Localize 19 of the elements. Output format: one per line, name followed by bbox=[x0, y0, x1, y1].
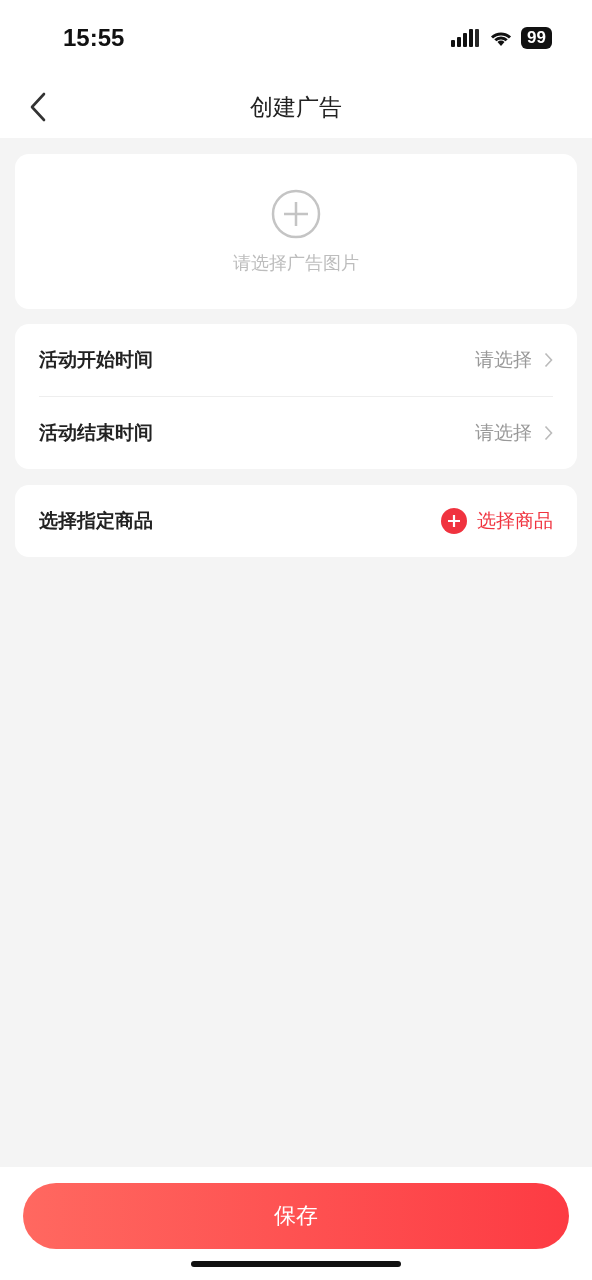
save-button[interactable]: 保存 bbox=[23, 1183, 569, 1249]
page-title: 创建广告 bbox=[250, 92, 342, 122]
back-icon[interactable] bbox=[30, 92, 46, 122]
wifi-icon bbox=[489, 29, 514, 47]
select-field[interactable]: 请选择 bbox=[475, 347, 553, 373]
add-circle-icon bbox=[441, 508, 467, 534]
clock-time: 15:55 bbox=[63, 24, 125, 52]
chevron-right-icon bbox=[544, 425, 553, 441]
field-label: 活动结束时间 bbox=[39, 420, 153, 445]
battery-icon: 99 bbox=[521, 27, 552, 49]
image-picker[interactable]: 请选择广告图片 bbox=[15, 154, 577, 309]
signal-icon bbox=[451, 29, 482, 47]
field-label: 选择指定商品 bbox=[39, 508, 153, 533]
field-label: 活动开始时间 bbox=[39, 347, 153, 372]
add-circle-icon bbox=[271, 188, 321, 239]
picker-hint: 请选择广告图片 bbox=[233, 250, 359, 275]
select-field[interactable]: 请选择 bbox=[475, 420, 553, 446]
select-product-link[interactable]: 选择商品 bbox=[441, 508, 553, 534]
chevron-right-icon bbox=[544, 352, 553, 368]
